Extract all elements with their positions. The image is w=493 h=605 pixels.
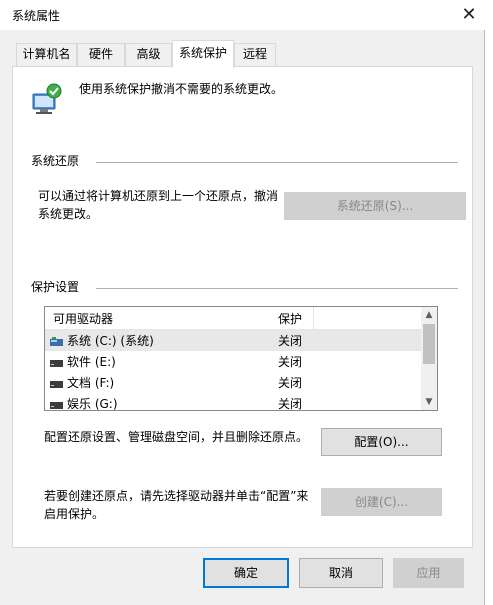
column-header-drives[interactable]: 可用驱动器	[53, 310, 113, 327]
create-button[interactable]: 创建(C)...	[321, 488, 442, 516]
tab-computer-name[interactable]: 计算机名	[16, 43, 77, 66]
system-protection-icon	[30, 82, 64, 116]
configure-description: 配置还原设置、管理磁盘空间，并且删除还原点。	[44, 430, 309, 444]
list-item[interactable]: 系统 (C:) (系统) 关闭	[45, 330, 421, 351]
drive-name: 娱乐 (G:)	[67, 397, 118, 411]
drives-list[interactable]: 可用驱动器 保护 系统 (C:) (系统) 关闭 软件 (E:) 关闭 文档 (…	[44, 306, 438, 411]
list-header: 可用驱动器 保护	[45, 307, 421, 330]
scrollbar-thumb[interactable]	[423, 324, 435, 364]
column-header-protection[interactable]: 保护	[278, 310, 302, 327]
tab-system-protection[interactable]: 系统保护	[172, 40, 234, 68]
tab-label: 计算机名	[22, 47, 71, 61]
scroll-up-icon[interactable]: ▲	[421, 307, 437, 323]
tab-advanced[interactable]: 高级	[125, 43, 172, 66]
drive-name: 软件 (E:)	[67, 355, 116, 369]
create-description-line1: 若要创建还原点，请先选择驱动器并单击“配置”来	[44, 489, 309, 503]
group-divider	[96, 162, 458, 163]
configure-button[interactable]: 配置(O)...	[321, 428, 442, 456]
tab-hardware[interactable]: 硬件	[77, 43, 125, 66]
restore-description-line1: 可以通过将计算机还原到上一个还原点，撤消	[38, 189, 279, 203]
header-description: 使用系统保护撤消不需要的系统更改。	[79, 82, 284, 96]
drive-icon	[50, 357, 63, 367]
ok-button[interactable]: 确定	[203, 558, 289, 588]
system-restore-group-title: 系统还原	[31, 154, 80, 168]
tab-label: 远程	[242, 47, 267, 61]
column-divider	[313, 307, 314, 329]
restore-description-line2: 系统更改。	[38, 207, 99, 221]
cancel-button[interactable]: 取消	[299, 558, 383, 588]
list-item[interactable]: 文档 (F:) 关闭	[45, 372, 421, 393]
title-bar	[0, 0, 485, 30]
list-item[interactable]: 软件 (E:) 关闭	[45, 351, 421, 372]
drive-name: 文档 (F:)	[67, 376, 115, 390]
protection-status: 关闭	[278, 355, 303, 369]
list-item[interactable]: 娱乐 (G:) 关闭	[45, 393, 421, 411]
tab-label: 硬件	[88, 47, 113, 61]
create-description-line2: 启用保护。	[44, 507, 105, 521]
tab-label: 高级	[136, 47, 161, 61]
protection-status: 关闭	[278, 376, 303, 390]
protection-settings-group-title: 保护设置	[31, 280, 80, 294]
tab-remote[interactable]: 远程	[234, 43, 276, 66]
group-divider	[96, 288, 458, 289]
system-restore-button[interactable]: 系统还原(S)...	[284, 192, 466, 220]
protection-status: 关闭	[278, 334, 303, 348]
drive-name: 系统 (C:) (系统)	[67, 334, 154, 348]
close-icon[interactable]: ✕	[456, 2, 482, 28]
tab-label: 系统保护	[178, 46, 227, 60]
protection-status: 关闭	[278, 397, 303, 411]
drive-icon	[50, 399, 63, 409]
drive-icon	[50, 378, 63, 388]
drive-icon	[50, 336, 63, 346]
scroll-down-icon[interactable]: ▼	[421, 394, 437, 410]
window-title: 系统属性	[12, 9, 61, 23]
apply-button[interactable]: 应用	[393, 558, 464, 588]
